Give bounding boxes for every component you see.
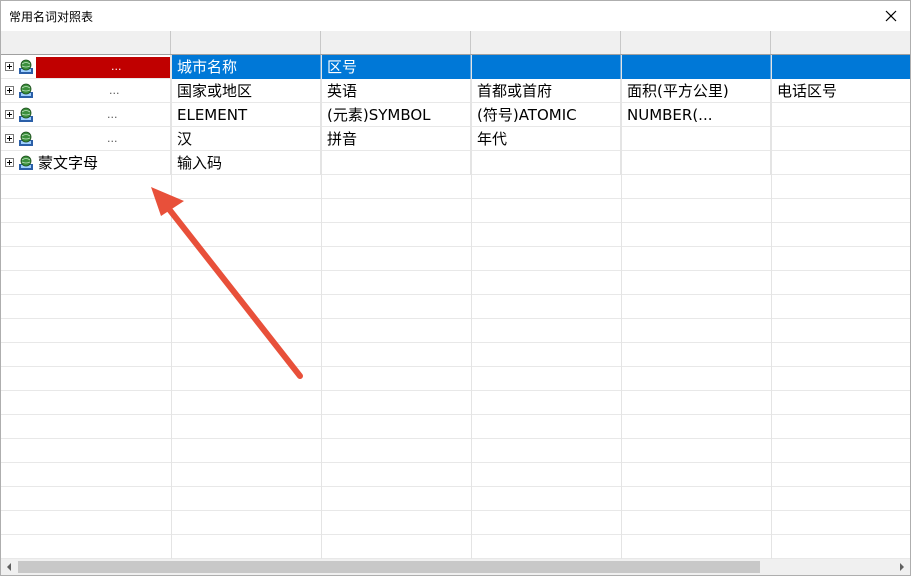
- scroll-right-icon[interactable]: [898, 563, 906, 571]
- scrollbar-thumb[interactable]: [18, 561, 760, 573]
- title-bar[interactable]: 常用名词对照表: [1, 1, 910, 31]
- column-header-5[interactable]: [621, 31, 771, 54]
- column-header: [1, 31, 910, 55]
- column-header-2[interactable]: [171, 31, 321, 54]
- horizontal-scrollbar[interactable]: [1, 559, 910, 575]
- close-button[interactable]: [878, 3, 904, 29]
- column-header-1[interactable]: [1, 31, 171, 54]
- grid-lines: [171, 55, 772, 559]
- column-header-3[interactable]: [321, 31, 471, 54]
- close-icon: [885, 10, 897, 22]
- data-grid: ... 城市名称 区号 ... 国家或地区 英语 首都或首府 面积(平方公里) …: [1, 55, 910, 559]
- column-header-6[interactable]: [771, 31, 910, 54]
- main-window: 常用名词对照表 ... 城市名称 区号 ... 国家或地区 英语 首都或首府 面…: [0, 0, 911, 576]
- column-header-4[interactable]: [471, 31, 621, 54]
- window-title: 常用名词对照表: [9, 10, 94, 24]
- scroll-left-icon[interactable]: [5, 563, 13, 571]
